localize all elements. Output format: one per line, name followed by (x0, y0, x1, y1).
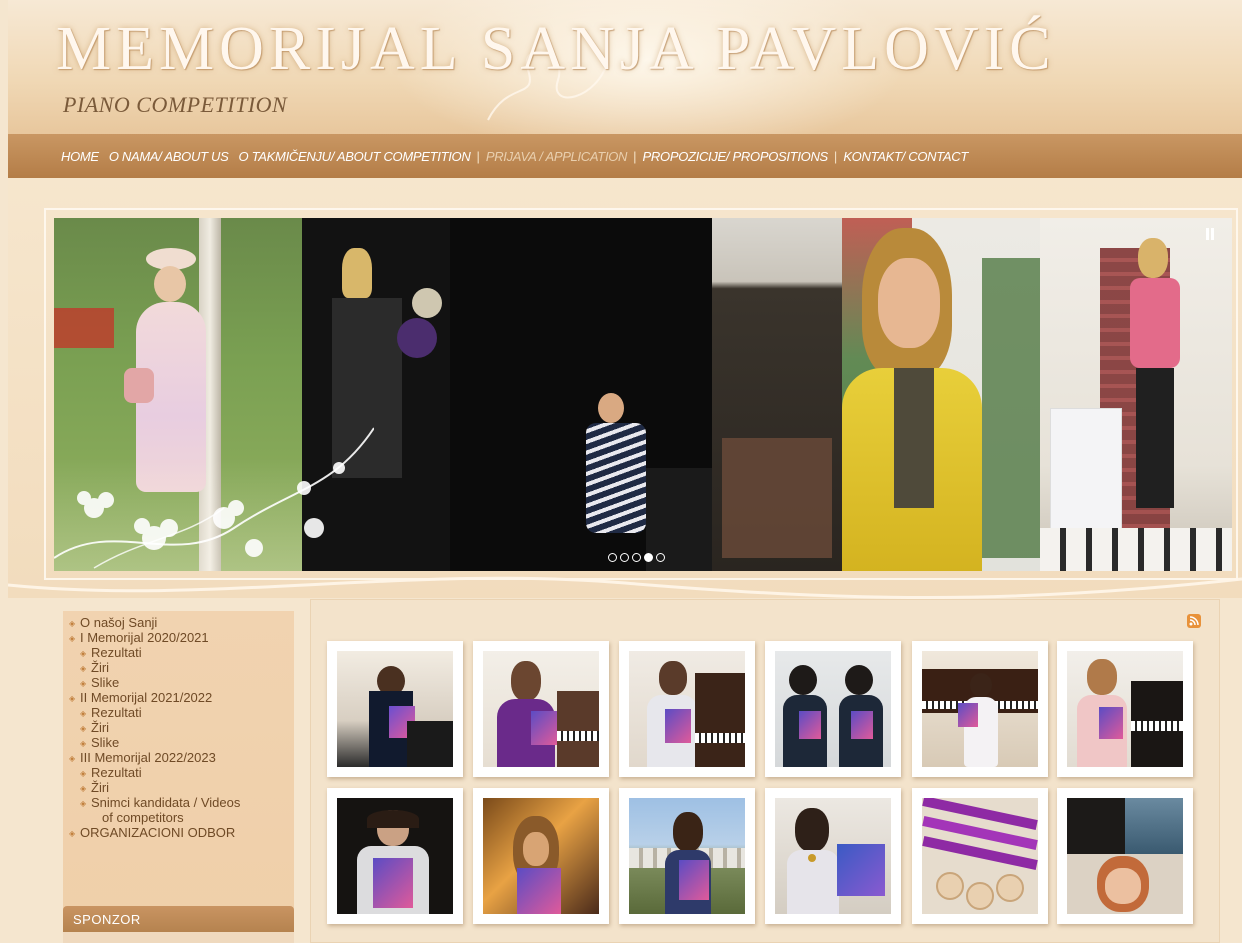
menu-item-rezultati[interactable]: ◈ Rezultati (69, 765, 294, 780)
nav-about-us[interactable]: O NAMA/ ABOUT US (104, 149, 234, 164)
menu-label: II Memorijal 2021/2022 (80, 690, 213, 705)
nav-about-competition[interactable]: O TAKMIČENJU/ ABOUT COMPETITION (234, 149, 476, 164)
slide-photo-portrait (842, 218, 1040, 571)
site-header: MEMORIJAL SANJA PAVLOVIĆ PIANO COMPETITI… (8, 0, 1242, 134)
menu-item-rezultati[interactable]: ◈ Rezultati (69, 705, 294, 720)
bullet-icon: ◈ (69, 619, 76, 628)
menu-label: Rezultati (91, 705, 142, 720)
menu-item-memorijal-1[interactable]: ◈ I Memorijal 2020/2021 (69, 630, 294, 645)
slide-photo-interior (712, 218, 842, 571)
nav-propositions[interactable]: PROPOZICIJE/ PROPOSITIONS (638, 149, 833, 164)
thumbnail-photo (1067, 798, 1183, 914)
bullet-icon: ◈ (80, 784, 87, 793)
site-title: MEMORIJAL SANJA PAVLOVIĆ (56, 15, 1056, 83)
thumbnail-photo (337, 651, 453, 767)
menu-item-slike[interactable]: ◈ Slike (69, 675, 294, 690)
bullet-icon: ◈ (69, 754, 76, 763)
menu-item-slike[interactable]: ◈ Slike (69, 735, 294, 750)
bullet-icon: ◈ (69, 634, 76, 643)
thumbnail-photo (629, 798, 745, 914)
gallery-thumbnail[interactable] (619, 641, 755, 777)
nav-application[interactable]: PRIJAVA / APPLICATION (481, 149, 632, 164)
thumbnail-photo (483, 651, 599, 767)
menu-label: Žiri (91, 720, 110, 735)
gallery-thumbnail[interactable] (327, 641, 463, 777)
gallery-thumbnail[interactable] (327, 788, 463, 924)
menu-label: ORGANIZACIONI ODBOR (80, 825, 236, 840)
thumbnail-photo (775, 798, 891, 914)
gallery-thumbnail[interactable] (473, 641, 609, 777)
sponsor-title: SPONZOR (73, 912, 141, 927)
gallery-thumbnail[interactable] (912, 788, 1048, 924)
slider-dots (608, 553, 665, 562)
bullet-icon: ◈ (80, 664, 87, 673)
menu-label: Žiri (91, 780, 110, 795)
thumbnail-photo (922, 651, 1038, 767)
menu-label: III Memorijal 2022/2023 (80, 750, 216, 765)
thumbnail-photo (922, 798, 1038, 914)
image-slider[interactable] (54, 218, 1232, 571)
gallery-thumbnail[interactable] (619, 788, 755, 924)
bullet-icon: ◈ (80, 769, 87, 778)
thumbnail-photo (337, 798, 453, 914)
menu-label: Rezultati (91, 765, 142, 780)
bullet-icon: ◈ (80, 679, 87, 688)
menu-label: Rezultati (91, 645, 142, 660)
menu-label: Slike (91, 735, 120, 750)
gallery-thumbnail[interactable] (765, 641, 901, 777)
gallery-thumbnail[interactable] (1057, 641, 1193, 777)
bullet-icon: ◈ (69, 829, 76, 838)
menu-item-ziri[interactable]: ◈ Žiri (69, 780, 294, 795)
menu-item-memorijal-2[interactable]: ◈ II Memorijal 2021/2022 (69, 690, 294, 705)
menu-label: I Memorijal 2020/2021 (80, 630, 209, 645)
thumbnail-photo (483, 798, 599, 914)
menu-item-memorijal-3[interactable]: ◈ III Memorijal 2022/2023 (69, 750, 294, 765)
bullet-icon: ◈ (80, 724, 87, 733)
menu-item-o-nasoj-sanji[interactable]: ◈ O našoj Sanji (69, 615, 294, 630)
bullet-icon: ◈ (80, 799, 87, 808)
menu-label: Žiri (91, 660, 110, 675)
slide-photo-staircase (1040, 218, 1232, 571)
slider-dot-active[interactable] (644, 553, 653, 562)
menu-label: Snimci kandidata / Videos (91, 795, 241, 810)
sidebar-menu: ◈ O našoj Sanji ◈ I Memorijal 2020/2021 ◈ R… (63, 611, 294, 943)
slide-photo-pianist (450, 218, 712, 571)
main-nav: HOME O NAMA/ ABOUT US O TAKMIČENJU/ ABOU… (8, 134, 1242, 178)
gallery-thumbnail[interactable] (1057, 788, 1193, 924)
gallery-thumbnail[interactable] (765, 788, 901, 924)
floral-overlay (54, 427, 374, 569)
bullet-icon: ◈ (69, 694, 76, 703)
menu-label: Slike (91, 675, 120, 690)
menu-item-ziri[interactable]: ◈ Žiri (69, 720, 294, 735)
bullet-icon: ◈ (80, 649, 87, 658)
bullet-icon: ◈ (80, 709, 87, 718)
site-subtitle: PIANO COMPETITION (63, 92, 288, 117)
slider-dot[interactable] (632, 553, 641, 562)
menu-label: O našoj Sanji (80, 615, 158, 630)
pause-icon[interactable] (1205, 227, 1215, 241)
menu-item-snimci-kandidata[interactable]: ◈ Snimci kandidata / Videos of competitors (69, 795, 294, 825)
sponsor-content (63, 932, 294, 943)
rss-glyph-icon (1189, 616, 1199, 626)
sidebar-menu-list: ◈ O našoj Sanji ◈ I Memorijal 2020/2021 ◈ R… (63, 611, 294, 840)
slider-dot[interactable] (620, 553, 629, 562)
slider-dot[interactable] (608, 553, 617, 562)
menu-item-organizacioni-odbor[interactable]: ◈ ORGANIZACIONI ODBOR (69, 825, 294, 840)
thumbnail-photo (775, 651, 891, 767)
gallery-thumbnail[interactable] (912, 641, 1048, 777)
slider-dot[interactable] (656, 553, 665, 562)
menu-label-continued: of competitors (102, 810, 184, 825)
rss-icon[interactable] (1187, 614, 1201, 628)
menu-item-rezultati[interactable]: ◈ Rezultati (69, 645, 294, 660)
nav-contact[interactable]: KONTAKT/ CONTACT (838, 149, 973, 164)
bullet-icon: ◈ (80, 739, 87, 748)
thumbnail-photo (629, 651, 745, 767)
gallery-thumbnail[interactable] (473, 788, 609, 924)
thumbnail-photo (1067, 651, 1183, 767)
sponsor-header: SPONZOR (63, 906, 294, 932)
menu-item-ziri[interactable]: ◈ Žiri (69, 660, 294, 675)
nav-home[interactable]: HOME (56, 149, 104, 164)
